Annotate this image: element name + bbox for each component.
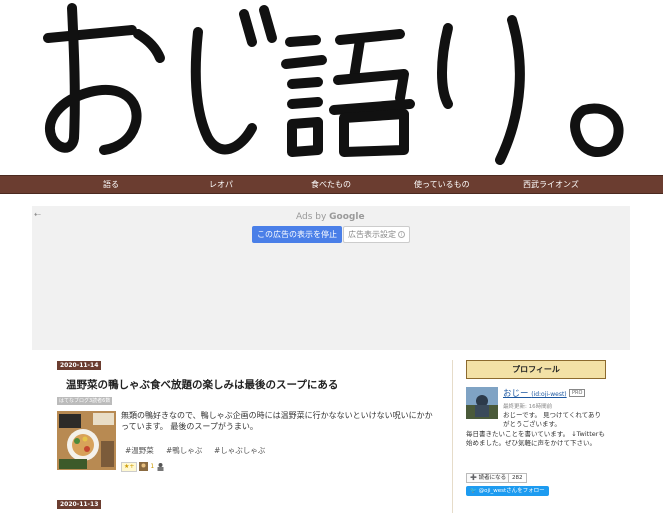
twitter-follow-label: @oji_westさんをフォロー — [478, 488, 545, 494]
ads-by-label: Ads by Google — [296, 212, 365, 222]
star-user-icon[interactable] — [139, 462, 149, 471]
ads-by-prefix: Ads by — [296, 212, 330, 222]
profile-header: プロフィール — [466, 360, 606, 379]
article-title[interactable]: 温野菜の鴨しゃぶ食べ放題の楽しみは最後のスープにある — [66, 377, 338, 392]
read-count-badge: はてなブログ3読者6数 — [57, 397, 113, 405]
ads-by-brand: Google — [329, 212, 365, 222]
twitter-follow-button[interactable]: 🐦 @oji_westさんをフォロー — [466, 486, 549, 496]
profile-bio: おじーです。 見つけてくれてありがとうございます。 — [503, 411, 601, 428]
subscribe-reader-button[interactable]: ➕ 読者になる — [466, 473, 511, 483]
info-icon: i — [398, 231, 405, 238]
profile-bio-continued: 毎日書きたいことを書いています。 ↓Twitterも始めました。ぜひ気軽に声をか… — [466, 430, 605, 447]
page: 語る レオパ 食べたもの 使っているもの 西武ライオンズ ⇠ Ads by Go… — [0, 0, 663, 513]
nav-item-leopa[interactable]: レオパ — [209, 176, 233, 195]
tag-kamoshabu[interactable]: #鴨しゃぶ — [166, 445, 202, 456]
nav-item-kataru[interactable]: 語る — [103, 176, 119, 195]
profile-name-text: おじー — [503, 389, 529, 399]
nav-item-using[interactable]: 使っているもの — [414, 176, 470, 195]
ad-settings-button[interactable]: 広告表示設定 i — [343, 226, 410, 243]
profile-id: (id:oji-west) — [531, 391, 567, 398]
tag-shabushabu[interactable]: #しゃぶしゃぶ — [214, 445, 265, 456]
global-nav: 語る レオパ 食べたもの 使っているもの 西武ライオンズ — [0, 175, 663, 194]
add-star-button[interactable]: ★+ — [121, 461, 138, 472]
article-excerpt: 無類の鴨好きなので、鴨しゃぶ企画の時には温野菜に行かなないといけない呪いにかかっ… — [121, 411, 433, 431]
sidebar-divider — [452, 360, 453, 513]
star-count: 1 — [150, 463, 155, 470]
last-updated: 最終更新: 16時間前 — [503, 404, 553, 410]
nav-item-seibu-lions[interactable]: 西武ライオンズ — [523, 176, 579, 195]
avatar[interactable] — [466, 387, 498, 419]
ad-area: ⇠ Ads by Google この広告の表示を停止 広告表示設定 i — [32, 206, 630, 350]
pro-badge: PRO — [569, 389, 586, 397]
back-arrow-icon[interactable]: ⇠ — [34, 210, 41, 219]
next-article-date: 2020-11-13 — [57, 500, 102, 509]
reader-count: 282 — [508, 473, 527, 483]
tag-onyasai[interactable]: #温野菜 — [125, 445, 154, 456]
star-user-icon-2[interactable] — [156, 462, 165, 471]
article-date: 2020-11-14 — [57, 361, 102, 370]
stop-ad-button[interactable]: この広告の表示を停止 — [252, 226, 342, 243]
star-row: ★+ 1 — [121, 461, 165, 472]
site-logo[interactable] — [0, 0, 663, 175]
ad-settings-label: 広告表示設定 — [348, 230, 396, 239]
twitter-bird-icon: 🐦 — [470, 488, 477, 494]
nav-item-food[interactable]: 食べたもの — [311, 176, 351, 195]
profile-name[interactable]: おじー (id:oji-west) — [503, 387, 567, 399]
article-thumbnail[interactable] — [57, 411, 116, 470]
